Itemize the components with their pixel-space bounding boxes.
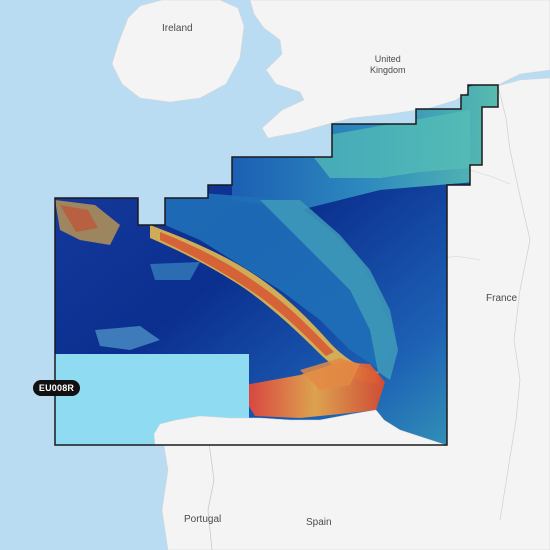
ireland-land: [111, 0, 245, 103]
label-spain: Spain: [306, 517, 332, 528]
label-ireland: Ireland: [162, 23, 193, 34]
label-france: France: [486, 293, 518, 304]
chart-coverage-map[interactable]: Ireland United Kingdom France Portugal S…: [0, 0, 550, 550]
map-canvas: [54, 0, 550, 550]
label-portugal: Portugal: [184, 514, 222, 525]
label-united-kingdom: United Kingdom: [370, 54, 406, 75]
chart-code-badge[interactable]: EU008R: [33, 380, 80, 396]
